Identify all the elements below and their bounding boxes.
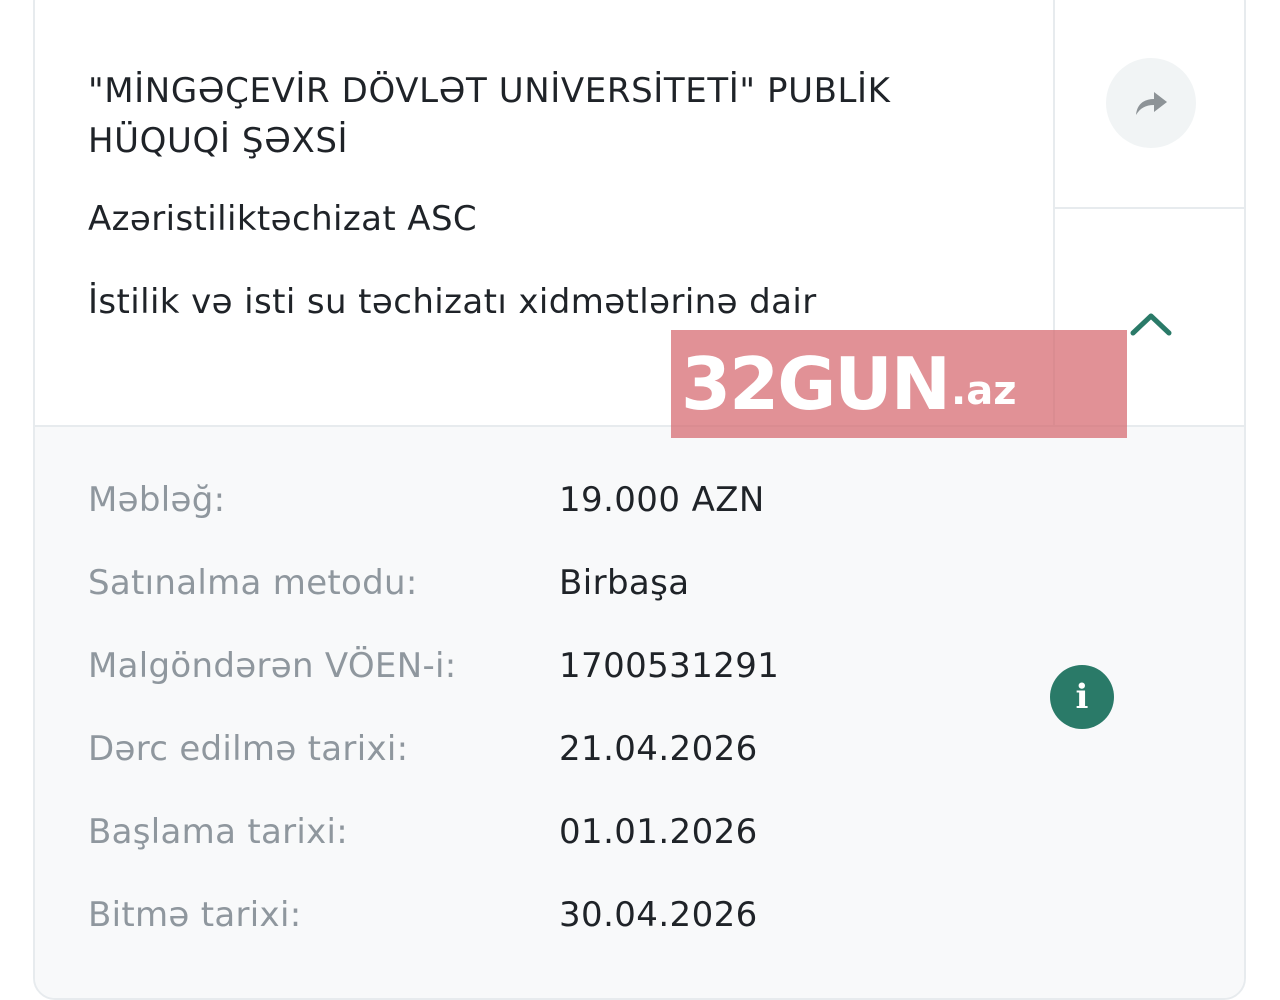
detail-label: Başlama tarixi: [88, 812, 349, 852]
watermark-logo: 32GUN .az [671, 330, 1127, 438]
collapse-button[interactable] [1121, 299, 1181, 349]
details-panel: Məbləğ: 19.000 AZN Satınalma metodu: Bir… [35, 425, 1244, 998]
detail-label: Dərc edilmə tarixi: [88, 729, 409, 769]
detail-row-amount: Məbləğ: 19.000 AZN [88, 477, 988, 523]
detail-label: Malgöndərən VÖEN-i: [88, 646, 457, 686]
detail-row-method: Satınalma metodu: Birbaşa [88, 560, 988, 606]
detail-label: Bitmə tarixi: [88, 895, 302, 935]
info-button[interactable]: i [1050, 665, 1114, 729]
detail-row-start: Başlama tarixi: 01.01.2026 [88, 809, 988, 855]
tender-card: "MİNGƏÇEVİR DÖVLƏT UNİVERSİTETİ" PUBLİK … [33, 0, 1246, 1000]
detail-value: 30.04.2026 [559, 895, 758, 935]
share-cell [1055, 0, 1244, 209]
detail-row-published: Dərc edilmə tarixi: 21.04.2026 [88, 726, 988, 772]
watermark-domain-text: .az [951, 368, 1017, 414]
buyer-name: "MİNGƏÇEVİR DÖVLƏT UNİVERSİTETİ" PUBLİK … [88, 71, 891, 161]
detail-value: 19.000 AZN [559, 480, 765, 520]
detail-value: 1700531291 [559, 646, 780, 686]
detail-value: Birbaşa [559, 563, 690, 603]
detail-row-end: Bitmə tarixi: 30.04.2026 [88, 892, 988, 938]
supplier-name: Azəristiliktəchizat ASC [88, 199, 478, 239]
detail-value: 21.04.2026 [559, 729, 758, 769]
watermark-main-text: 32GUN [681, 342, 951, 426]
detail-label: Satınalma metodu: [88, 563, 418, 603]
detail-label: Məbləğ: [88, 480, 226, 520]
chevron-up-icon [1130, 313, 1172, 336]
tender-subject: İstilik və isti su təchizatı xidmətlərin… [88, 282, 817, 322]
detail-row-voen: Malgöndərən VÖEN-i: 1700531291 [88, 643, 988, 689]
detail-value: 01.01.2026 [559, 812, 758, 852]
info-icon: i [1075, 677, 1089, 717]
share-button[interactable] [1106, 58, 1196, 148]
share-arrow-icon [1136, 92, 1167, 115]
